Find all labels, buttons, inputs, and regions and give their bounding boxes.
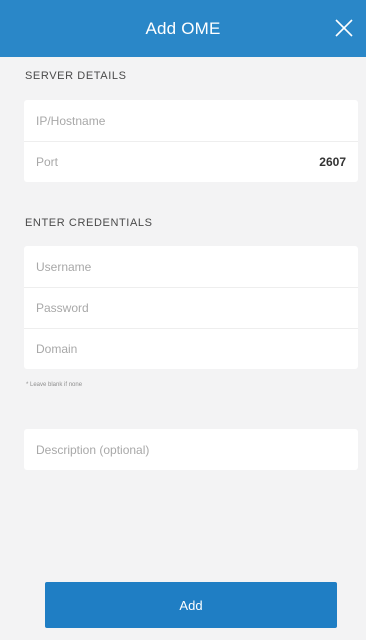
hostname-row bbox=[24, 100, 358, 141]
domain-hint: * Leave blank if none bbox=[26, 382, 83, 388]
add-button[interactable]: Add bbox=[45, 582, 337, 628]
credentials-heading: ENTER CREDENTIALS bbox=[25, 217, 153, 229]
page-title: Add OME bbox=[145, 18, 221, 38]
close-icon bbox=[335, 19, 353, 37]
username-input[interactable] bbox=[36, 259, 346, 274]
description-card bbox=[24, 429, 358, 470]
credentials-card bbox=[24, 246, 358, 369]
port-input[interactable] bbox=[58, 155, 346, 169]
app-header: Add OME bbox=[0, 0, 366, 57]
password-input[interactable] bbox=[36, 301, 346, 315]
domain-input[interactable] bbox=[36, 342, 346, 356]
server-details-heading: SERVER DETAILS bbox=[25, 70, 127, 82]
port-row: Port bbox=[24, 141, 358, 182]
port-label: Port bbox=[36, 155, 59, 169]
hostname-input[interactable] bbox=[36, 113, 346, 128]
server-details-card: Port bbox=[24, 100, 358, 182]
username-row bbox=[24, 246, 358, 287]
password-row bbox=[24, 287, 358, 328]
domain-row bbox=[24, 328, 358, 369]
description-input[interactable] bbox=[36, 442, 346, 457]
close-button[interactable] bbox=[332, 16, 356, 40]
description-row bbox=[24, 429, 358, 470]
